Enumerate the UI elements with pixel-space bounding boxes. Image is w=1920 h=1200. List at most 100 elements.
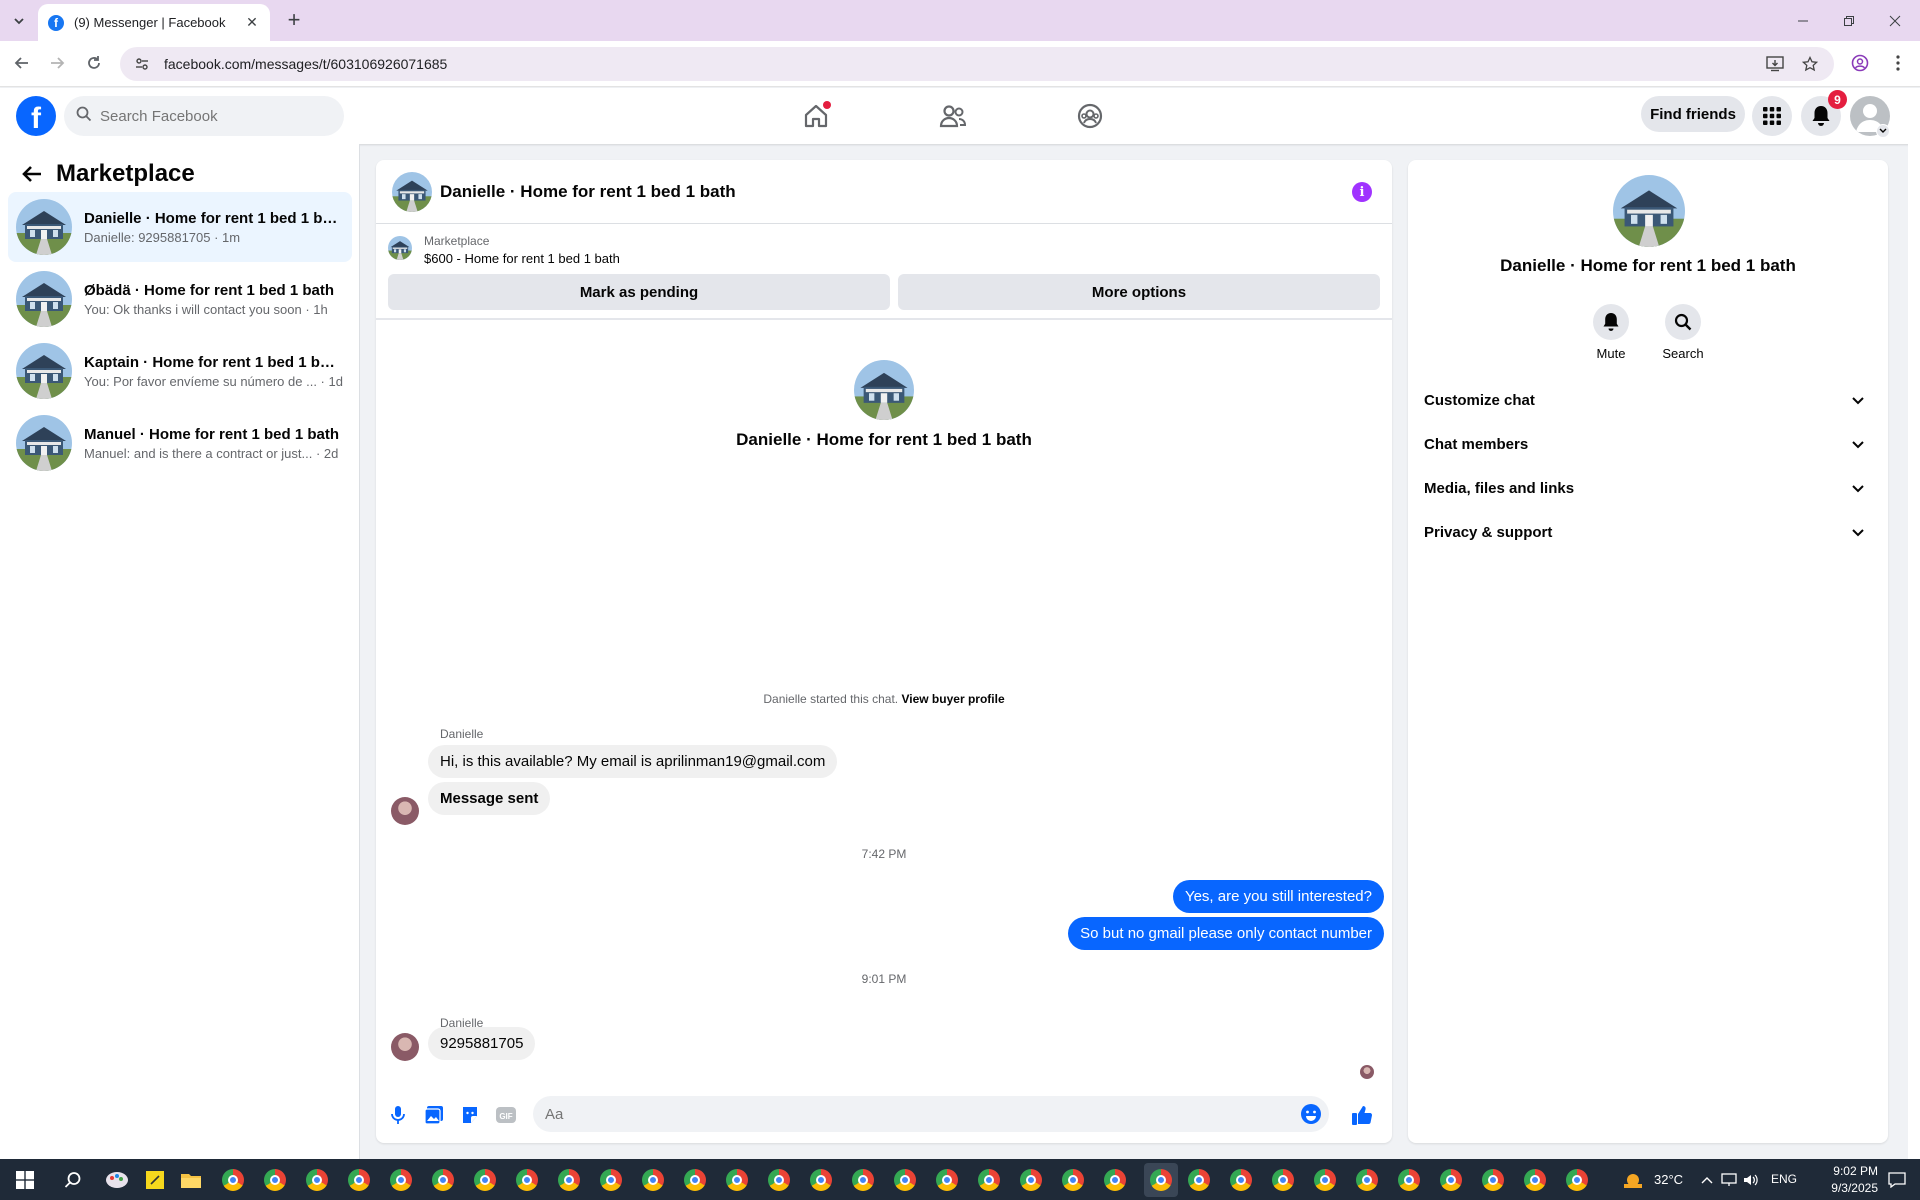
chrome-icon[interactable] (1270, 1167, 1296, 1193)
photo-icon[interactable] (422, 1103, 446, 1127)
details-avatar[interactable] (1613, 175, 1685, 247)
notification-center-icon[interactable] (1884, 1167, 1910, 1193)
chrome-icon[interactable] (556, 1167, 582, 1193)
chrome-icon[interactable] (1312, 1167, 1338, 1193)
close-window-button[interactable] (1872, 0, 1918, 41)
chrome-icon[interactable] (682, 1167, 708, 1193)
taskbar-search-icon[interactable] (60, 1167, 86, 1193)
chrome-profile-icon[interactable] (220, 1167, 246, 1193)
gif-icon[interactable]: GIF (494, 1103, 518, 1127)
chrome-icon[interactable] (388, 1167, 414, 1193)
weather-temperature[interactable]: 32°C (1654, 1172, 1683, 1187)
chrome-icon[interactable] (808, 1167, 834, 1193)
sticker-icon[interactable] (458, 1103, 482, 1127)
page-scrollbar[interactable] (1908, 88, 1920, 1159)
paint-app-icon[interactable] (104, 1167, 130, 1193)
search-conversation-button[interactable]: Search (1653, 304, 1713, 361)
emoji-icon[interactable] (1299, 1102, 1323, 1131)
new-tab-button[interactable]: + (281, 8, 307, 34)
conversation-item[interactable]: Øbädä · Home for rent 1 bed 1 bath You: … (8, 264, 352, 334)
groups-icon[interactable] (1072, 98, 1108, 134)
chat-members-section[interactable]: Chat members (1424, 422, 1872, 466)
site-info-icon[interactable] (134, 55, 152, 73)
minimize-button[interactable] (1780, 0, 1826, 41)
chrome-icon[interactable] (766, 1167, 792, 1193)
chrome-icon[interactable] (1564, 1167, 1590, 1193)
privacy-support-section[interactable]: Privacy & support (1424, 510, 1872, 554)
conversation-item[interactable]: Manuel · Home for rent 1 bed 1 bath Manu… (8, 408, 352, 478)
chat-title[interactable]: Danielle · Home for rent 1 bed 1 bath (440, 182, 736, 202)
chrome-icon[interactable] (514, 1167, 540, 1193)
reload-icon[interactable] (82, 51, 106, 75)
chrome-icon[interactable] (1522, 1167, 1548, 1193)
chrome-icon[interactable] (430, 1167, 456, 1193)
facebook-search[interactable] (64, 96, 344, 136)
chrome-icon[interactable] (346, 1167, 372, 1193)
weather-icon[interactable] (1620, 1167, 1646, 1193)
message-input[interactable] (545, 1105, 1265, 1123)
chrome-icon[interactable] (262, 1167, 288, 1193)
file-explorer-icon[interactable] (178, 1167, 204, 1193)
chrome-active-icon[interactable] (1144, 1163, 1178, 1197)
back-arrow-icon[interactable] (16, 158, 48, 190)
sender-avatar[interactable] (391, 797, 419, 825)
address-bar[interactable]: facebook.com/messages/t/603106926071685 (120, 47, 1834, 81)
language-indicator[interactable]: ENG (1771, 1172, 1797, 1186)
chrome-icon[interactable] (1438, 1167, 1464, 1193)
chrome-icon[interactable] (1186, 1167, 1212, 1193)
browser-menu-icon[interactable] (1886, 51, 1910, 75)
message-bubble-incoming[interactable]: Message sent (428, 782, 551, 815)
home-icon[interactable] (798, 98, 834, 134)
chrome-icon[interactable] (472, 1167, 498, 1193)
chrome-icon[interactable] (1396, 1167, 1422, 1193)
clock-date[interactable]: 9/3/2025 (1818, 1181, 1878, 1195)
conversation-item[interactable]: Kaptain · Home for rent 1 bed 1 bath You… (8, 336, 352, 406)
windows-start-icon[interactable] (12, 1167, 38, 1193)
conversation-item[interactable]: Danielle · Home for rent 1 bed 1 ba... D… (8, 192, 352, 262)
search-input[interactable] (100, 107, 320, 125)
view-buyer-profile-link[interactable]: View buyer profile (901, 692, 1004, 706)
notifications-bell-icon[interactable]: 9 (1801, 90, 1847, 136)
more-options-button[interactable]: More options (898, 274, 1380, 310)
chrome-icon[interactable] (1060, 1167, 1086, 1193)
forward-icon[interactable] (45, 51, 69, 75)
message-bubble-incoming[interactable]: Hi, is this available? My email is april… (428, 745, 838, 778)
customize-chat-section[interactable]: Customize chat (1424, 378, 1872, 422)
facebook-logo-icon[interactable]: f (16, 96, 56, 136)
chat-avatar[interactable] (392, 172, 432, 212)
media-files-links-section[interactable]: Media, files and links (1424, 466, 1872, 510)
mark-as-pending-button[interactable]: Mark as pending (388, 274, 890, 310)
mute-button[interactable]: Mute (1581, 304, 1641, 361)
microphone-icon[interactable] (386, 1103, 410, 1127)
chrome-icon[interactable] (892, 1167, 918, 1193)
chrome-icon[interactable] (724, 1167, 750, 1193)
message-bubble-outgoing[interactable]: Yes, are you still interested? (1172, 880, 1384, 913)
chrome-icon[interactable] (1102, 1167, 1128, 1193)
restore-button[interactable] (1826, 0, 1872, 41)
profile-icon[interactable] (1848, 51, 1872, 75)
bookmark-star-icon[interactable] (1797, 47, 1823, 81)
account-chevron-down-icon[interactable] (1876, 124, 1890, 138)
chrome-icon[interactable] (640, 1167, 666, 1193)
clock-time[interactable]: 9:02 PM (1818, 1164, 1878, 1178)
chrome-icon[interactable] (850, 1167, 876, 1193)
chrome-icon[interactable] (1228, 1167, 1254, 1193)
tab-close-icon[interactable]: ✕ (244, 14, 260, 31)
message-bubble-outgoing[interactable]: So but no gmail please only contact numb… (1068, 917, 1384, 950)
back-icon[interactable] (10, 51, 34, 75)
volume-icon[interactable] (1738, 1167, 1764, 1193)
friends-icon[interactable] (935, 98, 971, 134)
chrome-icon[interactable] (1480, 1167, 1506, 1193)
chrome-icon[interactable] (934, 1167, 960, 1193)
find-friends-button[interactable]: Find friends (1641, 96, 1745, 132)
like-thumb-icon[interactable] (1350, 1103, 1374, 1127)
tab-search-icon[interactable] (8, 10, 30, 32)
chrome-icon[interactable] (304, 1167, 330, 1193)
info-icon[interactable]: i (1352, 182, 1372, 202)
sticky-notes-icon[interactable] (142, 1167, 168, 1193)
menu-grid-icon[interactable] (1752, 96, 1792, 136)
message-input-wrapper[interactable] (533, 1096, 1329, 1132)
chrome-icon[interactable] (976, 1167, 1002, 1193)
chrome-icon[interactable] (1018, 1167, 1044, 1193)
browser-tab[interactable]: f (9) Messenger | Facebook ✕ (38, 4, 270, 41)
